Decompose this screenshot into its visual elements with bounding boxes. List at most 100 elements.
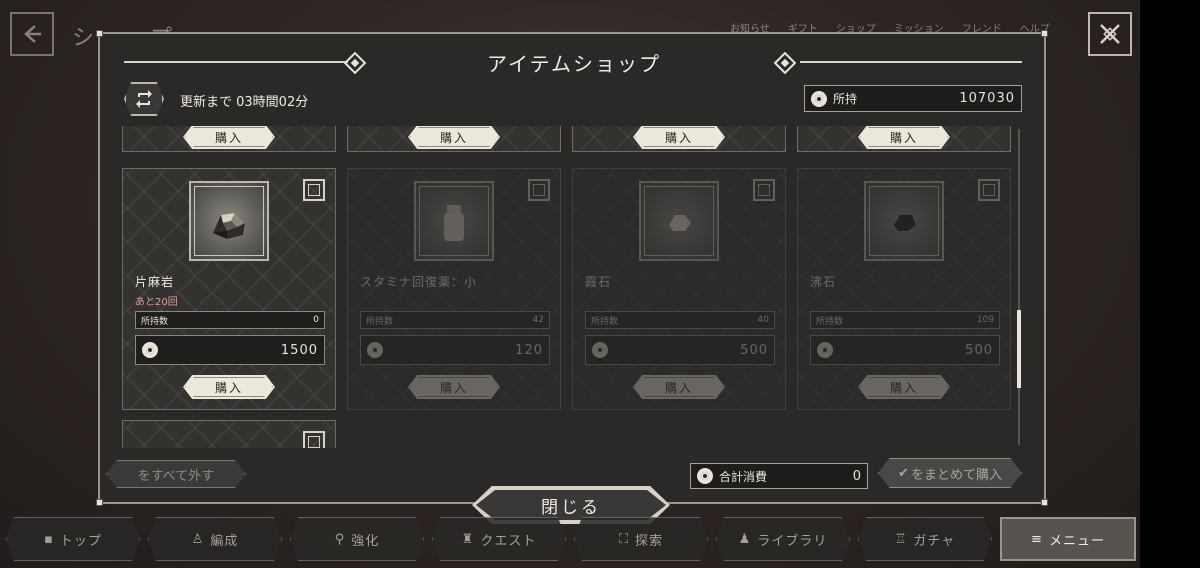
formation-icon: ♙ xyxy=(191,531,205,547)
buy-button[interactable]: 購入 xyxy=(633,375,725,399)
buy-button[interactable]: 購入 xyxy=(408,375,500,399)
owned-value: 107030 xyxy=(959,91,1015,106)
held-value: 42 xyxy=(532,315,544,325)
corner-ornament xyxy=(1041,30,1048,37)
held-label: 所持数 xyxy=(141,316,169,327)
price-value: 500 xyxy=(965,342,993,358)
scrollbar-track[interactable] xyxy=(1018,129,1020,445)
nav-top[interactable]: ▪ トップ xyxy=(6,517,140,561)
nav-top-icon: ▪ xyxy=(44,531,54,547)
nav-menu[interactable]: ≡ メニュー xyxy=(1000,517,1136,561)
coin-icon xyxy=(592,342,608,358)
price: 1500 xyxy=(135,335,325,365)
enhance-icon: ⚲ xyxy=(334,531,346,547)
buy-button[interactable]: 購入 xyxy=(183,126,275,149)
item-image xyxy=(189,181,269,261)
buy-button[interactable]: 購入 xyxy=(858,126,950,149)
nav-label: クエスト xyxy=(480,533,537,549)
price: 500 xyxy=(810,335,1000,365)
nav-label: 編成 xyxy=(210,533,239,549)
diamond-ornament-icon xyxy=(774,52,796,74)
item-card[interactable]: 沸石 所持数 109 500 購入 xyxy=(797,168,1011,410)
item-remaining: あと20回 xyxy=(135,297,178,308)
held-count: 所持数 109 xyxy=(810,311,1000,329)
close-screen-button[interactable] xyxy=(1088,12,1132,56)
held-value: 109 xyxy=(976,315,994,325)
item-name: 霞石 xyxy=(585,275,612,289)
owned-currency: 所持 107030 xyxy=(804,85,1022,112)
price: 500 xyxy=(585,335,775,365)
nav-library[interactable]: ♟ ライブラリ xyxy=(716,517,850,561)
nav-quest[interactable]: ♜ クエスト xyxy=(432,517,566,561)
deselect-all-button[interactable]: をすべて外す xyxy=(106,460,246,488)
corner-ornament xyxy=(96,30,103,37)
item-card-partial: 購入 xyxy=(122,126,336,152)
nav-label: メニュー xyxy=(1048,533,1105,549)
item-image xyxy=(639,181,719,261)
item-name: 片麻岩 xyxy=(135,275,175,289)
held-count: 所持数 42 xyxy=(360,311,550,329)
menu-icon: ≡ xyxy=(1031,531,1043,547)
price: 120 xyxy=(360,335,550,365)
nav-label: トップ xyxy=(59,533,102,549)
item-name: スタミナ回復薬：小 xyxy=(360,275,478,289)
item-card[interactable]: 霞石 所持数 40 500 購入 xyxy=(572,168,786,410)
bulk-buy-button[interactable]: ✔ をまとめて購入 xyxy=(878,458,1022,488)
nav-formation[interactable]: ♙ 編成 xyxy=(148,517,282,561)
quest-icon: ♜ xyxy=(461,531,475,547)
nav-label: ガチャ xyxy=(913,533,956,549)
corner-ornament xyxy=(1041,499,1048,506)
select-checkbox[interactable] xyxy=(978,179,1000,201)
coin-icon xyxy=(142,342,158,358)
item-image xyxy=(414,181,494,261)
nav-explore[interactable]: ⛶ 探索 xyxy=(574,517,708,561)
refresh-countdown: 更新まで 03時間02分 xyxy=(180,95,309,110)
stamina-potion-icon xyxy=(444,205,464,241)
price-value: 500 xyxy=(740,342,768,358)
scrollbar-thumb[interactable] xyxy=(1017,310,1021,388)
bulk-buy-label: をまとめて購入 xyxy=(910,467,1002,483)
buy-button[interactable]: 購入 xyxy=(633,126,725,149)
held-count: 所持数 0 xyxy=(135,311,325,329)
coin-icon xyxy=(697,468,713,484)
item-image xyxy=(864,181,944,261)
held-value: 40 xyxy=(757,315,769,325)
select-checkbox[interactable] xyxy=(753,179,775,201)
price-value: 120 xyxy=(515,342,543,358)
select-checkbox[interactable] xyxy=(528,179,550,201)
title-divider-right xyxy=(800,61,1022,63)
item-card[interactable]: 片麻岩 あと20回 所持数 0 1500 購入 xyxy=(122,168,336,410)
total-label: 合計消費 xyxy=(719,469,768,484)
bottom-nav: ▪ トップ ♙ 編成 ⚲ 強化 ♜ クエスト ⛶ 探索 ♟ ライブラリ ♖ ガチャ ≡ メニュー xyxy=(6,517,1136,561)
corner-ornament xyxy=(96,499,103,506)
item-grid[interactable]: 購入 片麻岩 あと20回 所持数 0 1500 購入 購入 スタミナ回復薬：小 … xyxy=(122,126,1014,448)
buy-button[interactable]: 購入 xyxy=(183,375,275,399)
nav-enhance[interactable]: ⚲ 強化 xyxy=(290,517,424,561)
explore-icon: ⛶ xyxy=(618,531,630,547)
deselect-all-label: をすべて外す xyxy=(137,468,215,484)
held-value: 0 xyxy=(313,315,319,325)
gacha-icon: ♖ xyxy=(894,531,908,547)
held-label: 所持数 xyxy=(816,316,844,327)
nav-label: 探索 xyxy=(635,533,664,549)
buy-button[interactable]: 購入 xyxy=(858,375,950,399)
held-count: 所持数 40 xyxy=(585,311,775,329)
zeolite-rock-icon xyxy=(894,215,916,231)
select-checkbox[interactable] xyxy=(303,179,325,201)
back-button[interactable] xyxy=(10,12,54,56)
screen-edge xyxy=(1140,0,1200,568)
refresh-icon xyxy=(136,90,152,108)
item-card-partial: 購入 xyxy=(572,126,786,152)
held-label: 所持数 xyxy=(366,316,394,327)
item-card-partial: 購入 xyxy=(347,126,561,152)
coin-icon xyxy=(817,342,833,358)
item-shop-modal: アイテムショップ 更新まで 03時間02分 所持 107030 購入 片麻岩 あ… xyxy=(96,30,1048,506)
nepheline-rock-icon xyxy=(669,215,691,231)
buy-button[interactable]: 購入 xyxy=(408,126,500,149)
refresh-button[interactable] xyxy=(124,82,164,116)
item-card[interactable]: スタミナ回復薬：小 所持数 42 120 購入 xyxy=(347,168,561,410)
close-modal-label: 閉じる xyxy=(541,497,601,518)
select-checkbox[interactable] xyxy=(303,431,325,448)
nav-gacha[interactable]: ♖ ガチャ xyxy=(858,517,992,561)
price-value: 1500 xyxy=(280,342,318,358)
